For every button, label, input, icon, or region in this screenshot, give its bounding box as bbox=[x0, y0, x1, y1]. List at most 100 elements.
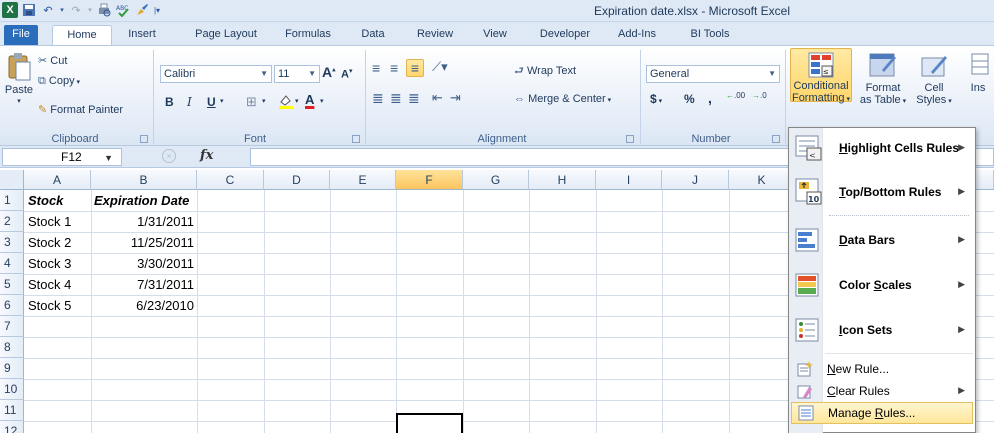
grow-font-button[interactable]: A▴ bbox=[322, 64, 336, 80]
row-header-4[interactable]: 4 bbox=[0, 253, 24, 274]
underline-button[interactable]: U bbox=[207, 95, 216, 109]
column-header-f[interactable]: F bbox=[396, 170, 463, 190]
tab-bi-tools[interactable]: BI Tools bbox=[682, 25, 738, 45]
font-launcher-icon[interactable] bbox=[352, 135, 360, 143]
fill-color-dropdown-icon[interactable]: ▾ bbox=[295, 97, 299, 105]
column-header-j[interactable]: J bbox=[662, 170, 729, 190]
comma-button[interactable]: , bbox=[708, 90, 712, 106]
font-name-select[interactable]: Calibri ▼ bbox=[160, 65, 272, 83]
cell-a3[interactable]: Stock 2 bbox=[28, 232, 71, 253]
cancel-icon[interactable]: × bbox=[162, 149, 176, 163]
align-right-icon[interactable]: ≣ bbox=[408, 90, 420, 107]
copy-button[interactable]: ⧉ Copy ▾ bbox=[38, 75, 80, 88]
select-all-corner[interactable] bbox=[0, 170, 24, 190]
column-header-b[interactable]: B bbox=[91, 170, 197, 190]
format-painter-button[interactable]: ✎ Format Painter bbox=[38, 103, 123, 116]
tab-home[interactable]: Home bbox=[52, 25, 112, 45]
cell-a6[interactable]: Stock 5 bbox=[28, 295, 71, 316]
align-middle-icon[interactable]: ≡ bbox=[390, 60, 398, 76]
row-header-10[interactable]: 10 bbox=[0, 379, 24, 400]
increase-decimal-button[interactable]: ←.00 bbox=[726, 92, 745, 100]
tab-review[interactable]: Review bbox=[410, 25, 460, 45]
font-color-dropdown-icon[interactable]: ▾ bbox=[320, 97, 324, 105]
name-box[interactable]: F12 ▼ bbox=[2, 148, 122, 166]
tab-view[interactable]: View bbox=[476, 25, 514, 45]
cell-b1[interactable]: Expiration Date bbox=[94, 190, 189, 211]
shrink-font-button[interactable]: A▾ bbox=[341, 67, 352, 81]
row-header-11[interactable]: 11 bbox=[0, 400, 24, 421]
percent-button[interactable]: % bbox=[684, 92, 695, 106]
row-header-7[interactable]: 7 bbox=[0, 316, 24, 337]
tab-page-layout[interactable]: Page Layout bbox=[188, 25, 264, 45]
tab-formulas[interactable]: Formulas bbox=[280, 25, 336, 45]
number-format-select[interactable]: General ▼ bbox=[646, 65, 780, 83]
merge-center-button[interactable]: ⇔ Merge & Center ▾ bbox=[514, 93, 611, 105]
paste-dropdown-icon[interactable]: ▾ bbox=[4, 96, 34, 108]
align-center-icon[interactable]: ≣ bbox=[390, 90, 402, 107]
row-header-5[interactable]: 5 bbox=[0, 274, 24, 295]
column-header-k[interactable]: K bbox=[729, 170, 795, 190]
number-launcher-icon[interactable] bbox=[772, 135, 780, 143]
orientation-icon[interactable]: ⟋▾ bbox=[432, 59, 448, 75]
row-header-8[interactable]: 8 bbox=[0, 337, 24, 358]
font-color-button[interactable]: A bbox=[305, 92, 314, 107]
column-header-g[interactable]: G bbox=[463, 170, 529, 190]
row-header-2[interactable]: 2 bbox=[0, 211, 24, 232]
borders-dropdown-icon[interactable]: ▾ bbox=[262, 97, 266, 105]
menu-item-color-scales[interactable]: Color Scales ▶ bbox=[789, 267, 975, 303]
tab-insert[interactable]: Insert bbox=[118, 25, 166, 45]
menu-item-icon-sets[interactable]: Icon Sets ▶ bbox=[789, 312, 975, 348]
clipboard-launcher-icon[interactable] bbox=[140, 135, 148, 143]
menu-item-data-bars[interactable]: Data Bars ▶ bbox=[789, 222, 975, 258]
row-header-3[interactable]: 3 bbox=[0, 232, 24, 253]
column-header-a[interactable]: A bbox=[24, 170, 91, 190]
cell-a5[interactable]: Stock 4 bbox=[28, 274, 71, 295]
cell-a2[interactable]: Stock 1 bbox=[28, 211, 71, 232]
underline-dropdown-icon[interactable]: ▾ bbox=[220, 97, 224, 105]
column-header-h[interactable]: H bbox=[529, 170, 596, 190]
row-header-1[interactable]: 1 bbox=[0, 190, 24, 211]
align-bottom-icon[interactable]: ≡ bbox=[406, 59, 424, 77]
decrease-decimal-button[interactable]: →.0 bbox=[752, 92, 767, 100]
cell-b3[interactable]: 11/25/2011 bbox=[91, 232, 194, 253]
wrap-text-button[interactable]: ⮐ Wrap Text bbox=[514, 62, 576, 81]
align-top-icon[interactable]: ≡ bbox=[372, 60, 380, 76]
column-header-i[interactable]: I bbox=[596, 170, 662, 190]
cell-styles-button[interactable]: Cell Styles ▾ bbox=[912, 48, 956, 108]
bold-button[interactable]: B bbox=[165, 95, 174, 109]
row-header-12[interactable]: 12 bbox=[0, 421, 24, 433]
insert-function-icon[interactable]: fx bbox=[200, 148, 213, 163]
align-left-icon[interactable]: ≣ bbox=[372, 90, 384, 107]
insert-cells-button[interactable]: Ins bbox=[962, 48, 994, 94]
menu-item-top-bottom-rules[interactable]: 10 Top/Bottom Rules ▶ bbox=[789, 174, 975, 210]
format-as-table-button[interactable]: Format as Table ▾ bbox=[858, 48, 908, 108]
font-size-select[interactable]: 11 ▼ bbox=[274, 65, 320, 83]
column-header-d[interactable]: D bbox=[264, 170, 330, 190]
tab-file[interactable]: File bbox=[4, 25, 38, 45]
cell-b5[interactable]: 7/31/2011 bbox=[91, 274, 194, 295]
cell-a1[interactable]: Stock bbox=[28, 190, 63, 211]
tab-add-ins[interactable]: Add-Ins bbox=[612, 25, 662, 45]
increase-indent-icon[interactable]: ⇥ bbox=[450, 90, 461, 106]
row-header-6[interactable]: 6 bbox=[0, 295, 24, 316]
chevron-down-icon[interactable]: ▼ bbox=[104, 150, 113, 166]
column-header-c[interactable]: C bbox=[197, 170, 264, 190]
menu-item-manage-rules[interactable]: Manage Rules... bbox=[791, 402, 973, 424]
borders-icon[interactable]: ⊞ bbox=[246, 94, 257, 110]
row-header-9[interactable]: 9 bbox=[0, 358, 24, 379]
menu-item-highlight-cells-rules[interactable]: < Highlight Cells Rules ▶ bbox=[789, 130, 975, 166]
menu-item-new-rule[interactable]: New Rule... bbox=[789, 358, 975, 380]
cut-button[interactable]: ✂ Cut bbox=[38, 54, 67, 67]
tab-developer[interactable]: Developer bbox=[532, 25, 598, 45]
cell-b4[interactable]: 3/30/2011 bbox=[91, 253, 194, 274]
cell-b6[interactable]: 6/23/2010 bbox=[91, 295, 194, 316]
alignment-launcher-icon[interactable] bbox=[626, 135, 634, 143]
cell-b2[interactable]: 1/31/2011 bbox=[91, 211, 194, 232]
currency-button[interactable]: $ ▾ bbox=[650, 92, 662, 106]
italic-button[interactable]: I bbox=[187, 95, 192, 109]
paste-button[interactable]: Paste ▾ bbox=[4, 52, 34, 108]
column-header-e[interactable]: E bbox=[330, 170, 396, 190]
fill-color-icon[interactable] bbox=[278, 93, 294, 109]
active-cell-f12[interactable] bbox=[396, 413, 463, 433]
decrease-indent-icon[interactable]: ⇤ bbox=[432, 90, 443, 106]
